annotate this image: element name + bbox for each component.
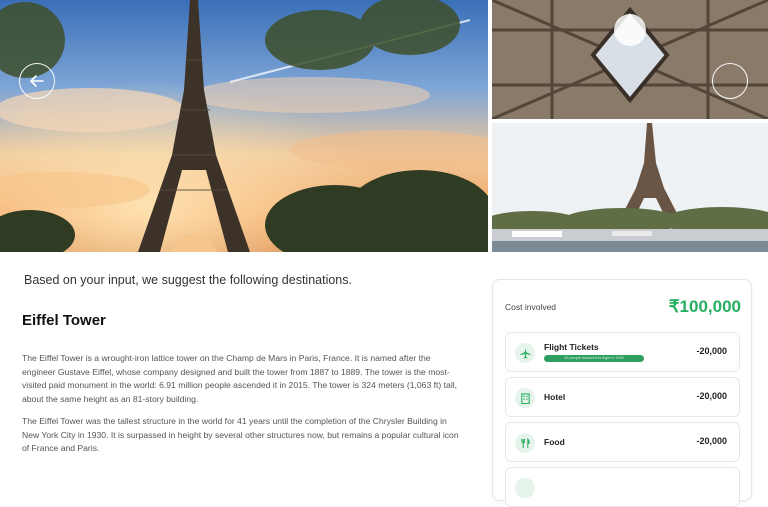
- cost-item-label: Food: [544, 437, 565, 447]
- gallery-next-button[interactable]: [712, 63, 748, 99]
- cost-item-label: Hotel: [544, 392, 566, 402]
- cost-item-food[interactable]: Food -20,000: [505, 422, 740, 462]
- cost-label: Cost involved: [505, 302, 557, 312]
- suggestion-intro: Based on your input, we suggest the foll…: [24, 273, 352, 287]
- gallery-thumbnail-under-tower[interactable]: [492, 0, 768, 119]
- hero-image: [0, 0, 488, 252]
- cost-total: ₹100,000: [668, 297, 741, 316]
- hotel-building-icon: [515, 388, 535, 408]
- destination-title: Eiffel Tower: [22, 312, 106, 329]
- destination-description-paragraph: The Eiffel Tower is a wrought-iron latti…: [22, 353, 458, 404]
- airplane-icon: [515, 343, 535, 363]
- cost-item-flight[interactable]: Flight Tickets 10 people booked this fli…: [505, 332, 740, 372]
- cost-item-amount: -20,000: [696, 391, 727, 401]
- flight-info-pill: 10 people booked this flight in 1990: [544, 355, 644, 362]
- cost-item-more[interactable]: [505, 467, 740, 507]
- gallery-thumbnail-river-view[interactable]: [492, 123, 768, 252]
- cost-item-amount: -20,000: [696, 436, 727, 446]
- fork-knife-icon: [515, 433, 535, 453]
- destination-description-paragraph: The Eiffel Tower was the tallest structu…: [22, 416, 459, 453]
- extra-icon: [515, 478, 535, 498]
- cost-item-hotel[interactable]: Hotel -20,000: [505, 377, 740, 417]
- arrow-left-icon: [30, 75, 44, 87]
- gallery-prev-button[interactable]: [19, 63, 55, 99]
- cost-item-label: Flight Tickets: [544, 342, 599, 352]
- cost-card: Cost involved ₹100,000 Flight Tickets 10…: [492, 279, 752, 507]
- cost-item-amount: -20,000: [696, 346, 727, 356]
